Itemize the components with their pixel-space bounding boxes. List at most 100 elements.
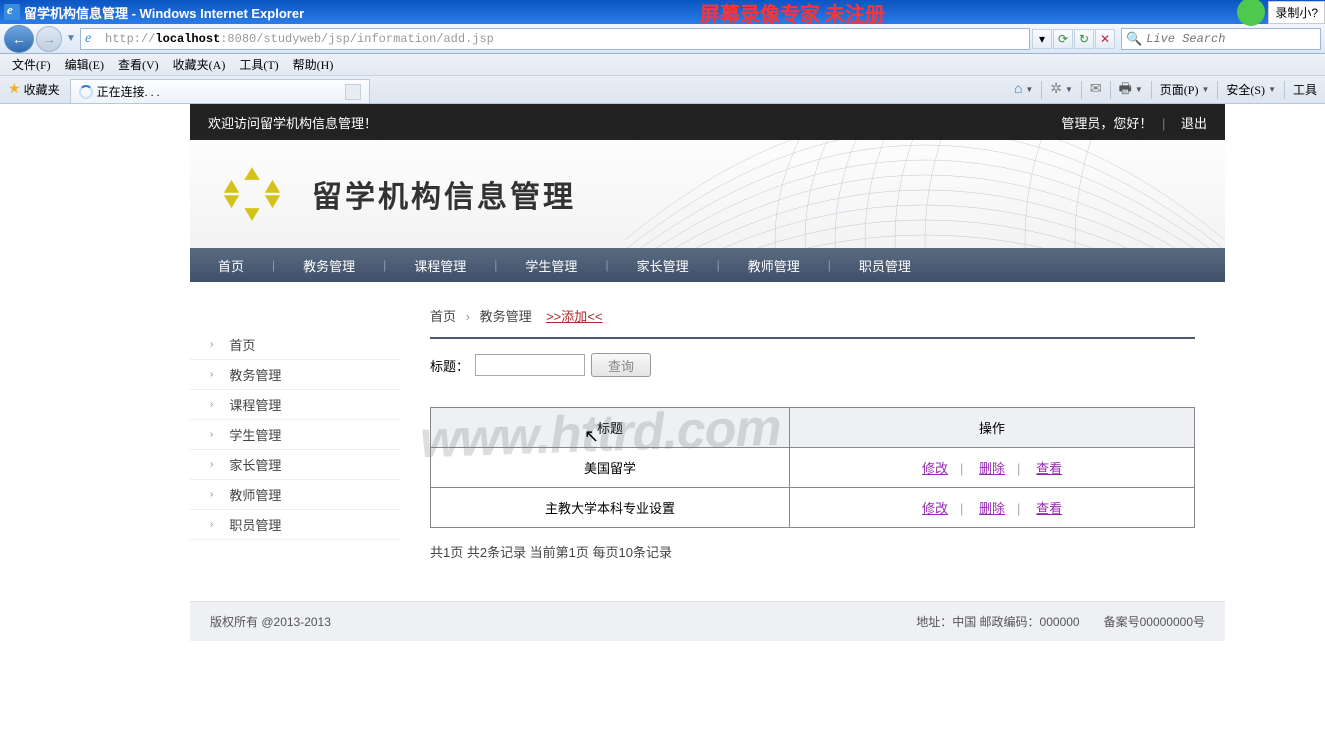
separator	[1041, 81, 1042, 99]
sidebar-item-academic[interactable]: ›教务管理	[190, 360, 400, 390]
sidebar-item-student[interactable]: ›学生管理	[190, 420, 400, 450]
search-button[interactable]: 查询	[591, 353, 651, 377]
welcome-text: 欢迎访问留学机构信息管理！	[208, 113, 377, 132]
nav-course[interactable]: 课程管理	[386, 256, 494, 275]
tools-menu-button[interactable]: 工具	[1289, 79, 1321, 100]
favorites-label: 收藏夹	[24, 81, 60, 98]
separator	[1151, 81, 1152, 99]
top-nav: 首页| 教务管理| 课程管理| 学生管理| 家长管理| 教师管理| 职员管理	[190, 248, 1225, 282]
nav-staff[interactable]: 职员管理	[831, 256, 939, 275]
delete-link[interactable]: 删除	[979, 461, 1005, 476]
address-bar[interactable]: http:// localhost :8080/studyweb/jsp/inf…	[80, 28, 1030, 50]
title-search-input[interactable]	[475, 354, 585, 376]
breadcrumb: 首页 › 教务管理 >>添加<<	[430, 306, 1195, 339]
chevron-right-icon: ›	[210, 399, 213, 410]
welcome-bar: 欢迎访问留学机构信息管理！ 管理员，您好！ | 退出	[190, 104, 1225, 140]
cell-ops: 修改| 删除| 查看	[790, 448, 1195, 488]
banner-decoration	[625, 140, 1225, 248]
window-titlebar: 留学机构信息管理 - Windows Internet Explorer 屏幕录…	[0, 0, 1325, 24]
view-link[interactable]: 查看	[1036, 501, 1062, 516]
url-scheme: http://	[105, 32, 155, 46]
edit-link[interactable]: 修改	[922, 461, 948, 476]
search-box[interactable]: 🔍	[1121, 28, 1321, 50]
tab-title: 正在连接. . .	[97, 83, 160, 100]
edit-link[interactable]: 修改	[922, 501, 948, 516]
menu-file[interactable]: 文件(F)	[6, 54, 57, 75]
ie-icon	[4, 4, 20, 20]
print-button[interactable]: 🖶▼	[1115, 76, 1147, 104]
menu-tools[interactable]: 工具(T)	[233, 54, 284, 75]
table-header-row: 标题 操作	[431, 408, 1195, 448]
recorder-watermark: 屏幕录像专家 未注册	[700, 0, 885, 27]
rss-icon: ✲	[1050, 81, 1062, 98]
sidebar-item-course[interactable]: ›课程管理	[190, 390, 400, 420]
table-row: 美国留学 修改| 删除| 查看	[431, 448, 1195, 488]
nav-academic[interactable]: 教务管理	[275, 256, 383, 275]
separator	[1284, 81, 1285, 99]
search-icon: 🔍	[1126, 31, 1142, 47]
recorder-app-icon	[1237, 0, 1265, 26]
sidebar-item-teacher[interactable]: ›教师管理	[190, 480, 400, 510]
page-menu-button[interactable]: 页面(P)▼	[1156, 79, 1214, 100]
safety-menu-button[interactable]: 安全(S)▼	[1222, 79, 1280, 100]
browser-tab[interactable]: 正在连接. . .	[70, 79, 370, 103]
menu-help[interactable]: 帮助(H)	[287, 54, 340, 75]
sidebar-item-staff[interactable]: ›职员管理	[190, 510, 400, 540]
pager-text: 共1页 共2条记录 当前第1页 每页10条记录	[430, 542, 1195, 561]
nav-home[interactable]: 首页	[190, 256, 272, 275]
loading-spinner-icon	[79, 85, 93, 99]
stop-button[interactable]: ✕	[1095, 29, 1115, 49]
chevron-right-icon: ›	[210, 369, 213, 380]
recorder-button[interactable]: 录制小?	[1268, 1, 1325, 24]
site-logo-icon	[220, 162, 284, 226]
address-dropdown[interactable]: ▾	[1032, 29, 1052, 49]
cell-title: 主教大学本科专业设置	[431, 488, 790, 528]
readmail-button[interactable]: ✉	[1086, 79, 1106, 100]
tab-blank-button[interactable]	[345, 84, 361, 100]
nav-student[interactable]: 学生管理	[497, 256, 605, 275]
history-dropdown[interactable]: ▼	[64, 33, 78, 44]
footer-address: 地址：中国 邮政编码：000000 备案号00000000号	[916, 613, 1205, 630]
delete-link[interactable]: 删除	[979, 501, 1005, 516]
mail-icon: ✉	[1090, 81, 1102, 98]
print-icon: 🖶	[1119, 78, 1132, 102]
url-host: localhost	[155, 32, 220, 46]
col-ops: 操作	[790, 408, 1195, 448]
menu-edit[interactable]: 编辑(E)	[59, 54, 110, 75]
page-icon	[85, 31, 101, 47]
site-footer: 版权所有 @2013-2013 地址：中国 邮政编码：000000 备案号000…	[190, 601, 1225, 641]
window-title: 留学机构信息管理 - Windows Internet Explorer	[24, 3, 304, 22]
back-button[interactable]: ←	[4, 25, 34, 53]
add-link[interactable]: >>添加<<	[546, 309, 602, 324]
address-bar-buttons: ▾ ⟳ ↻ ✕	[1032, 29, 1115, 49]
user-greeting: 管理员，您好！	[1061, 116, 1152, 131]
crumb-section[interactable]: 教务管理	[480, 309, 532, 324]
search-input[interactable]	[1146, 32, 1296, 46]
cell-ops: 修改| 删除| 查看	[790, 488, 1195, 528]
logout-link[interactable]: 退出	[1181, 116, 1207, 131]
view-link[interactable]: 查看	[1036, 461, 1062, 476]
favorites-button[interactable]: ★ 收藏夹	[4, 79, 64, 100]
home-button[interactable]: ⌂▼	[1010, 80, 1037, 100]
cell-title: 美国留学	[431, 448, 790, 488]
nav-teacher[interactable]: 教师管理	[720, 256, 828, 275]
site-container: 欢迎访问留学机构信息管理！ 管理员，您好！ | 退出 留学机构信息管理	[190, 104, 1225, 641]
forward-button[interactable]: →	[36, 26, 62, 52]
site-banner: 留学机构信息管理	[190, 140, 1225, 248]
page-viewport: www.httrd.com ↖ 欢迎访问留学机构信息管理！ 管理员，您好！ | …	[0, 104, 1325, 744]
chevron-right-icon: ›	[210, 429, 213, 440]
crumb-home[interactable]: 首页	[430, 309, 456, 324]
feeds-button[interactable]: ✲▼	[1046, 79, 1077, 100]
nav-parent[interactable]: 家长管理	[609, 256, 717, 275]
compat-view-button[interactable]: ⟳	[1053, 29, 1073, 49]
search-label: 标题：	[430, 356, 469, 375]
menu-view[interactable]: 查看(V)	[112, 54, 165, 75]
site-title: 留学机构信息管理	[312, 172, 576, 216]
sidebar-item-home[interactable]: ›首页	[190, 330, 400, 360]
sidebar-item-parent[interactable]: ›家长管理	[190, 450, 400, 480]
chevron-right-icon: ›	[210, 519, 213, 530]
refresh-button[interactable]: ↻	[1074, 29, 1094, 49]
menu-favorites[interactable]: 收藏夹(A)	[167, 54, 232, 75]
chevron-right-icon: ›	[210, 489, 213, 500]
browser-nav-toolbar: ← → ▼ http:// localhost :8080/studyweb/j…	[0, 24, 1325, 54]
